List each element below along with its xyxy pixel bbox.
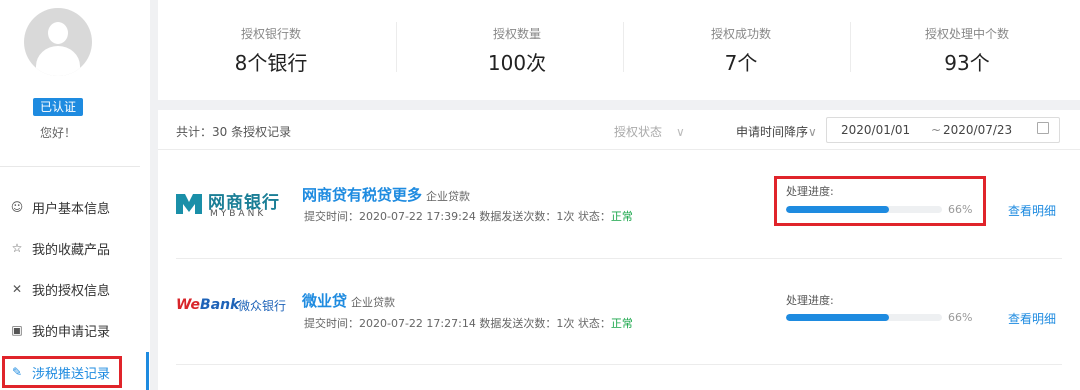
record-meta-text: 提交时间：2020-07-22 17:39:24 数据发送次数：1次 状态：: [304, 210, 611, 223]
row-divider: [176, 364, 1062, 365]
date-separator: ~: [931, 123, 942, 137]
status-filter-dropdown[interactable]: 授权状态 ∨: [614, 123, 685, 140]
sidebar-item-applications[interactable]: ▣ 我的申请记录: [0, 315, 148, 345]
stat-label: 授权处理中个数: [924, 27, 1009, 41]
progress-bar: [786, 314, 942, 321]
stat-divider: [396, 22, 397, 72]
record-meta: 提交时间：2020-07-22 17:27:14 数据发送次数：1次 状态：正常: [304, 315, 633, 331]
total-count: 共计：30 条授权记录: [176, 125, 292, 139]
sort-label: 申请时间降序: [736, 125, 809, 139]
progress-percent: 66%: [948, 311, 973, 324]
mybank-mark-icon: [176, 194, 202, 214]
verified-badge: 已认证: [33, 98, 83, 116]
sidebar-item-authorization[interactable]: ✕ 我的授权信息: [0, 274, 148, 304]
sidebar: 已认证 您好！ ☺ 用户基本信息 ☆ 我的收藏产品 ✕ 我的授权信息 ▣ 我的申…: [0, 0, 150, 390]
stats-panel: 授权银行数 8个银行 授权数量 100次 授权成功数 7个 授权处理中个数 93…: [158, 0, 1080, 100]
authorize-icon: ✕: [11, 282, 23, 296]
progress-label: 处理进度:: [786, 294, 834, 307]
stat-auth-count: 授权数量 100次: [404, 0, 630, 100]
greeting-text: 您好！: [39, 126, 76, 140]
logo-text: We: [176, 297, 201, 313]
logo-text: MYBANK: [210, 209, 267, 219]
sidebar-item-label: 用户基本信息: [32, 201, 111, 217]
avatar[interactable]: [24, 8, 92, 76]
record-icon: ▣: [11, 323, 23, 337]
product-name[interactable]: 微业贷: [302, 292, 347, 310]
stat-bank-count: 授权银行数 8个银行: [158, 0, 384, 100]
sort-dropdown[interactable]: 申请时间降序∨: [736, 123, 817, 140]
stat-value: 7个: [724, 51, 758, 75]
logo-text: 微众银行: [238, 299, 287, 313]
avatar-body-shape: [36, 46, 80, 76]
stat-label: 授权成功数: [710, 27, 771, 41]
record-meta: 提交时间：2020-07-22 17:39:24 数据发送次数：1次 状态：正常: [304, 208, 633, 224]
list-item: WeBank 微众银行 微业贷 企业贷款 提交时间：2020-07-22 17:2…: [158, 259, 1080, 359]
logo-text: Bank: [200, 297, 240, 313]
webank-logo: WeBank 微众银行: [176, 297, 296, 317]
chevron-down-icon: ∨: [676, 125, 685, 139]
loan-type: 企业贷款: [426, 190, 471, 203]
avatar-head-shape: [48, 22, 68, 44]
date-to[interactable]: 2020/07/23: [943, 123, 1012, 137]
active-item-indicator: [146, 352, 149, 390]
status-text: 正常: [610, 210, 633, 223]
progress-fill: [786, 314, 889, 321]
stat-processing-count: 授权处理中个数 93个: [854, 0, 1080, 100]
product-name[interactable]: 网商贷有税贷更多: [302, 186, 422, 204]
stat-divider: [850, 22, 851, 72]
record-title[interactable]: 微业贷 企业贷款: [302, 290, 395, 311]
view-detail-link[interactable]: 查看明细: [1008, 202, 1056, 219]
logo-text: WeBank: [176, 297, 239, 313]
star-icon: ☆: [11, 241, 23, 255]
sidebar-divider: [0, 166, 140, 167]
record-meta-text: 提交时间：2020-07-22 17:27:14 数据发送次数：1次 状态：: [304, 317, 611, 330]
mybank-logo: 网商银行 MYBANK: [176, 188, 296, 220]
sidebar-item-label: 我的申请记录: [32, 324, 111, 340]
sidebar-item-user-info[interactable]: ☺ 用户基本信息: [0, 192, 148, 222]
progress-highlight-box: [774, 176, 986, 226]
user-icon: ☺: [10, 200, 24, 214]
stat-label: 授权银行数: [240, 27, 301, 41]
sidebar-item-favorites[interactable]: ☆ 我的收藏产品: [0, 233, 148, 263]
view-detail-link[interactable]: 查看明细: [1008, 310, 1056, 327]
date-range-picker[interactable]: 2020/01/01 ~ 2020/07/23: [826, 117, 1060, 143]
loan-type: 企业贷款: [351, 296, 396, 309]
authorization-records-panel: 共计：30 条授权记录 授权状态 ∨ 申请时间降序∨ 2020/01/01 ~ 2…: [158, 110, 1080, 390]
sidebar-item-label: 我的授权信息: [32, 283, 111, 299]
stat-value: 100次: [487, 51, 547, 75]
chevron-down-icon: ∨: [808, 125, 817, 139]
record-title[interactable]: 网商贷有税贷更多 企业贷款: [302, 184, 470, 205]
date-from[interactable]: 2020/01/01: [841, 123, 910, 137]
stat-success-count: 授权成功数 7个: [628, 0, 854, 100]
sidebar-item-label: 我的收藏产品: [32, 242, 111, 258]
active-item-highlight-box: [2, 356, 122, 388]
stat-value: 93个: [944, 51, 990, 75]
stat-label: 授权数量: [492, 27, 541, 41]
filter-bar: 共计：30 条授权记录 授权状态 ∨ 申请时间降序∨ 2020/01/01 ~ 2…: [158, 110, 1080, 150]
stat-value: 8个银行: [234, 51, 308, 75]
status-text: 正常: [610, 317, 633, 330]
calendar-icon[interactable]: [1037, 122, 1049, 134]
stat-divider: [623, 22, 624, 72]
status-filter-label: 授权状态: [614, 125, 663, 139]
